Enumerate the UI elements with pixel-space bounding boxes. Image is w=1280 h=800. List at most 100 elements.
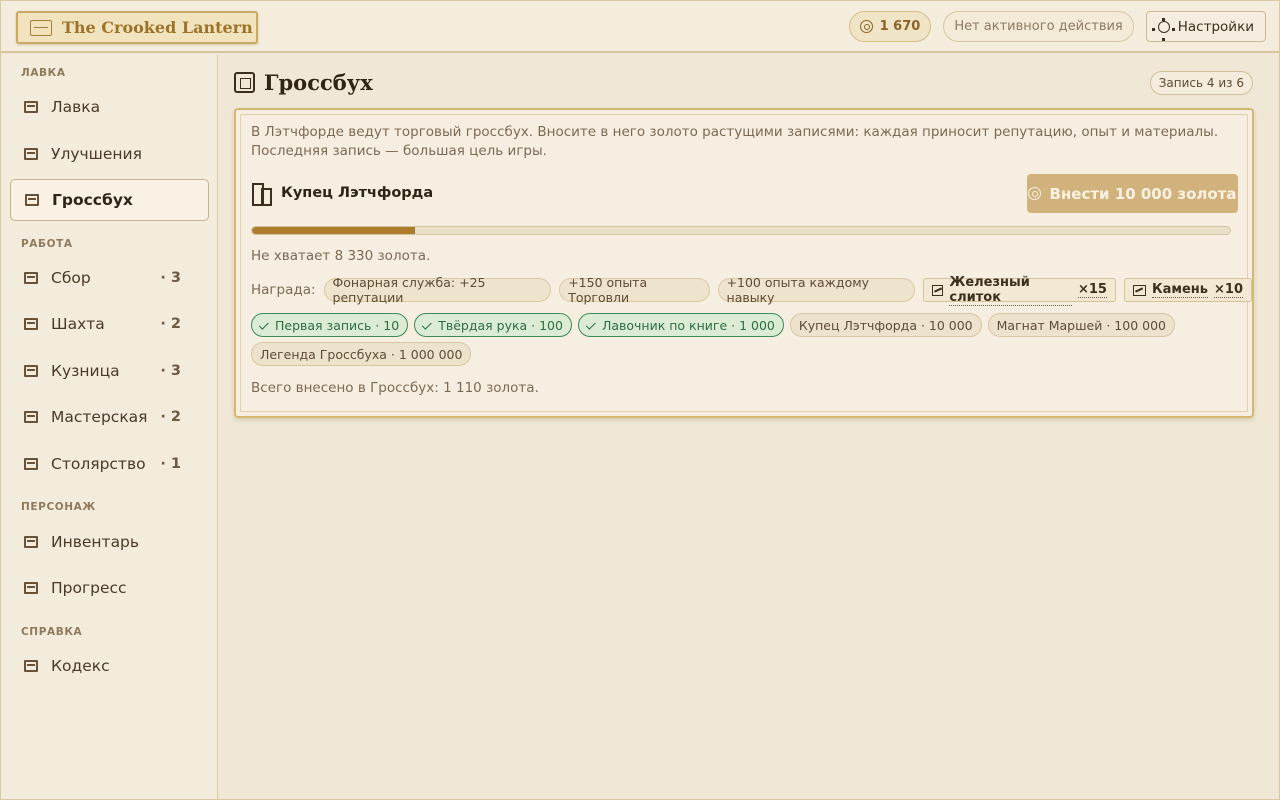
total-deposited: Всего внесено в Гроссбух: 1 110 золота. xyxy=(251,380,539,396)
workshop-icon xyxy=(22,408,40,426)
sidebar-item-count: · 1 xyxy=(160,456,181,472)
milestone-list: Первая запись · 10 Твёрдая рука · 100 Ла… xyxy=(251,313,1241,366)
chest-icon xyxy=(22,533,40,551)
sidebar-item-label: Инвентарь xyxy=(51,533,140,551)
gear-icon xyxy=(1157,17,1170,41)
item-name: Железный слиток xyxy=(949,275,1072,306)
coin-icon xyxy=(1028,187,1042,200)
sidebar-item-label: Гроссбух xyxy=(52,191,133,209)
milestone-chip: Легенда Гроссбуха · 1 000 000 xyxy=(251,342,472,366)
progress-bar xyxy=(251,226,1231,235)
milestone-label: Первая запись · 10 xyxy=(275,317,400,333)
sidebar-item-upgrades[interactable]: Улучшения xyxy=(10,133,209,175)
item-name: Камень xyxy=(1151,282,1209,298)
main-content: Гроссбух Запись 4 из 6 В Лэтчфорде ведут… xyxy=(218,55,1279,799)
milestone-chip: Магнат Маршей · 100 000 xyxy=(987,313,1175,337)
milestone-label: Твёрдая рука · 100 xyxy=(438,317,563,333)
milestone-label: Лавочник по книге · 1 000 xyxy=(601,317,775,333)
milestone-chip: Твёрдая рука · 100 xyxy=(414,313,572,337)
medal-icon xyxy=(22,579,40,597)
section-label-work: РАБОТА xyxy=(21,238,73,250)
milestone-chip: Лавочник по книге · 1 000 xyxy=(577,313,784,337)
sidebar-item-count: · 3 xyxy=(160,270,181,286)
sidebar-item-workshop[interactable]: Мастерская · 2 xyxy=(10,396,209,438)
lantern-icon xyxy=(30,19,52,36)
reward-label: Награда: xyxy=(251,282,316,298)
sidebar-item-label: Столярство xyxy=(51,455,146,473)
stone-icon xyxy=(1132,284,1146,296)
hammer-icon xyxy=(22,145,40,163)
entry-counter-badge: Запись 4 из 6 xyxy=(1149,71,1253,95)
shortfall-text: Не хватает 8 330 золота. xyxy=(251,248,431,264)
sidebar-item-forge[interactable]: Кузница · 3 xyxy=(10,350,209,392)
sidebar-item-label: Мастерская xyxy=(51,408,148,426)
sidebar-item-label: Кодекс xyxy=(51,657,110,675)
reward-item-iron-ingot[interactable]: Железный слиток ×15 xyxy=(922,275,1116,306)
milestone-label: Магнат Маршей · 100 000 xyxy=(996,317,1166,333)
brand-logo[interactable]: The Crooked Lantern xyxy=(16,11,258,44)
iron-ingot-icon xyxy=(931,284,944,296)
anvil-icon xyxy=(22,362,40,380)
settings-button[interactable]: Настройки xyxy=(1145,11,1266,42)
pickaxe-icon xyxy=(22,315,40,333)
sidebar-item-count: · 3 xyxy=(160,363,181,379)
activity-status: Нет активного действия xyxy=(943,11,1134,42)
sidebar-item-shop[interactable]: Лавка xyxy=(10,86,209,128)
sidebar-item-label: Кузница xyxy=(51,362,120,380)
section-label-help: СПРАВКА xyxy=(21,626,83,638)
goal-name: Купец Лэтчфорда xyxy=(281,185,434,201)
section-label-shop: ЛАВКА xyxy=(21,67,66,79)
sidebar-item-mine[interactable]: Шахта · 2 xyxy=(10,303,209,345)
sickle-icon xyxy=(22,269,40,287)
gold-amount: 1 670 xyxy=(879,19,921,34)
page-title-text: Гроссбух xyxy=(264,70,373,95)
shop-icon xyxy=(22,98,40,116)
deposit-label: Внести 10 000 золота xyxy=(1049,184,1237,203)
sidebar-item-codex[interactable]: Кодекс xyxy=(10,645,209,687)
top-bar: The Crooked Lantern 1 670 Нет активного … xyxy=(1,1,1279,53)
sidebar-item-progress[interactable]: Прогресс xyxy=(10,567,209,609)
sidebar-item-label: Лавка xyxy=(51,98,101,116)
milestone-chip: Купец Лэтчфорда · 10 000 xyxy=(789,313,982,337)
reward-chip: +100 опыта каждому навыку xyxy=(717,275,915,305)
item-qty: ×10 xyxy=(1214,282,1243,298)
reward-item-stone[interactable]: Камень ×10 xyxy=(1123,278,1252,302)
sidebar-item-gathering[interactable]: Сбор · 3 xyxy=(10,257,209,299)
ledger-description: В Лэтчфорде ведут торговый гроссбух. Вно… xyxy=(251,124,1219,159)
brand-name: The Crooked Lantern xyxy=(62,18,253,37)
reward-chip: +150 опыта Торговли xyxy=(559,275,710,305)
deposit-button[interactable]: Внести 10 000 золота xyxy=(1027,174,1238,213)
check-icon xyxy=(585,319,596,330)
item-qty: ×15 xyxy=(1077,282,1107,298)
sidebar-item-count: · 2 xyxy=(160,409,181,425)
ledger-card: В Лэтчфорде ведут торговый гроссбух. Вно… xyxy=(234,108,1254,418)
goal-row: Купец Лэтчфорда xyxy=(251,182,434,206)
coin-icon xyxy=(859,20,873,33)
sidebar-item-label: Шахта xyxy=(51,315,105,333)
ledger-icon xyxy=(234,72,255,93)
progress-bar-fill xyxy=(252,227,416,234)
sidebar-item-label: Улучшения xyxy=(51,145,142,163)
sidebar-item-label: Сбор xyxy=(51,269,91,287)
header-actions: 1 670 Нет активного действия Настройки xyxy=(848,11,1266,42)
check-icon xyxy=(258,319,269,330)
sidebar-item-label: Прогресс xyxy=(51,579,127,597)
gold-counter: 1 670 xyxy=(848,11,932,42)
ledger-icon xyxy=(23,191,41,209)
merchant-icon xyxy=(251,182,272,206)
sidebar-item-carpentry[interactable]: Столярство · 1 xyxy=(10,443,209,485)
milestone-label: Легенда Гроссбуха · 1 000 000 xyxy=(260,346,463,362)
sidebar-item-inventory[interactable]: Инвентарь xyxy=(10,521,209,563)
scroll-icon xyxy=(22,657,40,675)
saw-icon xyxy=(22,455,40,473)
check-icon xyxy=(422,319,432,330)
sidebar: ЛАВКА Лавка Улучшения Гроссбух РАБОТА Сб… xyxy=(1,55,218,799)
sidebar-item-ledger[interactable]: Гроссбух xyxy=(10,179,209,221)
settings-label: Настройки xyxy=(1177,18,1254,35)
rewards-row: Награда: Фонарная служба: +25 репутации … xyxy=(251,275,1252,306)
reward-chip: Фонарная служба: +25 репутации xyxy=(323,275,552,305)
sidebar-item-count: · 2 xyxy=(160,316,181,332)
section-label-character: ПЕРСОНАЖ xyxy=(21,501,96,513)
page-title: Гроссбух xyxy=(234,70,373,95)
milestone-chip: Первая запись · 10 xyxy=(251,313,409,337)
